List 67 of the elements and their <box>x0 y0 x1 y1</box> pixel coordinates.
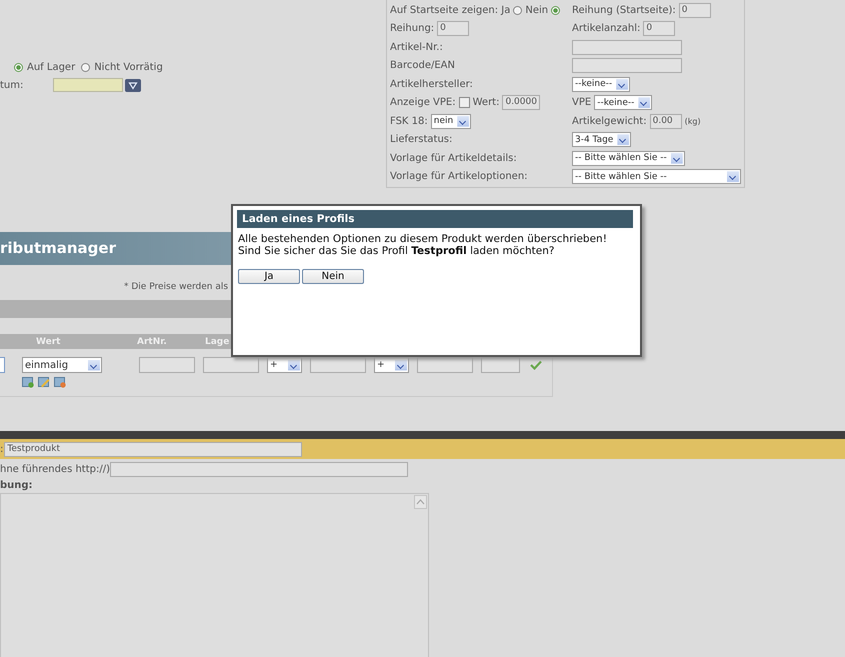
field-label: Nein <box>525 4 548 16</box>
description-label: bung: <box>0 480 34 491</box>
column-header: ArtNr. <box>137 336 168 346</box>
field-label: : <box>0 444 4 454</box>
url-label: hne führendes http://) <box>0 464 110 475</box>
column-header: Wert <box>36 336 62 346</box>
field-label: Reihung: <box>390 23 434 34</box>
unit-label: (kg) <box>684 116 701 126</box>
edit-icon[interactable] <box>38 377 50 388</box>
dropdown[interactable]: + <box>267 357 302 373</box>
field-label: Wert: <box>472 97 500 108</box>
field-label: Artikel-Nr.: <box>390 42 443 53</box>
dialog-title: Laden eines Profils <box>237 210 633 228</box>
input-field[interactable]: 0 <box>643 21 676 36</box>
input-field[interactable] <box>572 58 682 74</box>
description-field[interactable] <box>0 493 429 657</box>
input-field[interactable] <box>139 357 195 373</box>
field-label: Anzeige VPE: <box>390 97 456 108</box>
field-label: Auf Startseite zeigen: Ja <box>390 4 510 16</box>
field-label: VPE <box>572 97 592 108</box>
radio-button[interactable] <box>513 6 522 15</box>
scroll-up-icon[interactable] <box>414 495 427 509</box>
delete-icon[interactable] <box>54 377 66 388</box>
field-label: Artikelgewicht: <box>572 116 647 127</box>
dialog-button[interactable]: Nein <box>302 269 364 284</box>
dropdown[interactable]: einmalig <box>22 357 102 373</box>
field-label: Lieferstatus: <box>390 134 452 146</box>
dropdown-icon[interactable] <box>125 78 141 92</box>
radio-button[interactable] <box>14 63 23 72</box>
dialog-button[interactable]: Ja <box>238 269 300 284</box>
input-field[interactable]: 0 <box>437 21 470 36</box>
input-field[interactable] <box>417 357 473 373</box>
dropdown[interactable]: -- Bitte wählen Sie -- <box>572 169 741 184</box>
radio-label: Auf Lager <box>27 62 76 73</box>
input-field[interactable] <box>572 40 682 55</box>
field-label: Vorlage für Artikeloptionen: <box>390 171 528 182</box>
price-note: * Die Preise werden als <box>123 282 230 294</box>
input-field[interactable]: 0 <box>678 2 711 18</box>
checkbox[interactable] <box>458 97 470 108</box>
radio-label: Nicht Vorrätig <box>94 62 163 73</box>
input-field[interactable] <box>481 357 520 373</box>
field-label: Vorlage für Artikeldetails: <box>390 152 517 164</box>
dropdown[interactable]: --keine-- <box>572 76 630 92</box>
input-field[interactable] <box>203 357 259 373</box>
url-field[interactable] <box>110 462 408 477</box>
check-icon[interactable] <box>530 360 542 370</box>
field-label: Reihung (Startseite): <box>572 4 676 16</box>
dropdown[interactable]: -- Bitte wählen Sie -- <box>572 150 685 166</box>
field-label: Artikelhersteller: <box>390 78 473 90</box>
input-field[interactable] <box>0 357 5 373</box>
input-field[interactable] <box>310 357 366 373</box>
date-label: tum: <box>0 80 24 90</box>
input-field[interactable]: 0.00 <box>650 114 682 129</box>
field-label: Artikelanzahl: <box>572 23 640 34</box>
dropdown[interactable]: + <box>374 357 409 373</box>
dropdown[interactable]: --keine-- <box>594 95 652 110</box>
field-label: FSK 18: <box>390 116 428 127</box>
radio-button[interactable] <box>551 6 560 15</box>
dropdown[interactable]: 3-4 Tage <box>572 132 632 148</box>
radio-button[interactable] <box>81 63 90 72</box>
field-label: Barcode/EAN <box>390 60 456 72</box>
add-icon[interactable] <box>22 377 34 388</box>
column-header: Lage <box>205 336 230 346</box>
input-field[interactable]: 0.0000 <box>502 95 540 110</box>
dropdown[interactable]: nein <box>430 114 472 129</box>
date-field[interactable] <box>53 78 123 92</box>
name-field[interactable]: Testprodukt <box>4 442 302 456</box>
